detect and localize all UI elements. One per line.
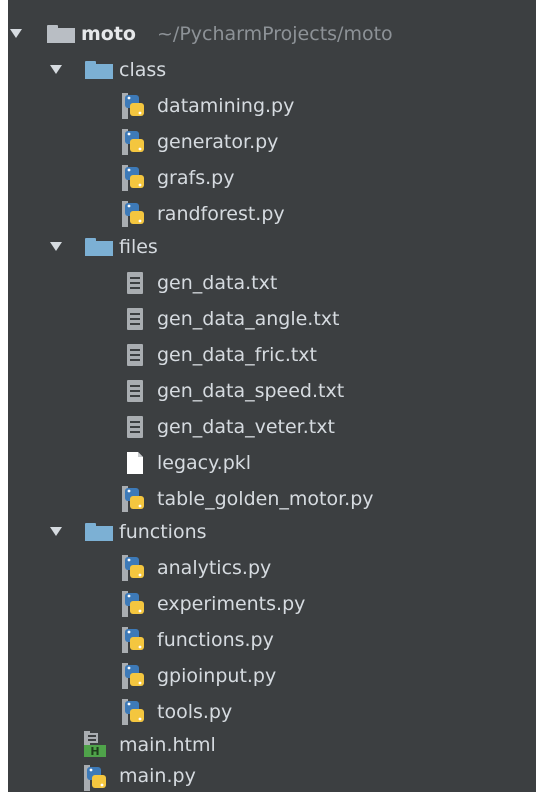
python-file-icon [122, 201, 144, 227]
tree-file[interactable]: datamining.py [0, 89, 536, 123]
file-name: gen_data.txt [157, 272, 278, 294]
file-name: gen_data_angle.txt [157, 308, 340, 330]
python-file-icon [122, 555, 144, 581]
project-path: ~/PycharmProjects/moto [157, 23, 393, 45]
folder-name: files [119, 236, 158, 258]
python-file-icon [122, 627, 144, 653]
file-name: grafs.py [157, 167, 235, 189]
tree-file[interactable]: main.py [0, 762, 536, 796]
tree-file[interactable]: table_golden_motor.py [0, 482, 536, 516]
tree-file[interactable]: gen_data_speed.txt [0, 374, 536, 408]
file-name: table_golden_motor.py [157, 488, 374, 510]
python-file-icon [122, 486, 144, 512]
expand-arrow-icon[interactable] [50, 527, 62, 536]
expand-arrow-icon[interactable] [50, 65, 62, 74]
file-name: generator.py [157, 131, 279, 153]
folder-name: class [119, 59, 167, 81]
tree-file[interactable]: generator.py [0, 125, 536, 159]
python-file-icon [122, 129, 144, 155]
tree-file[interactable]: H main.html [0, 728, 536, 762]
file-name: gen_data_fric.txt [157, 344, 317, 366]
text-file-icon [127, 416, 143, 438]
tree-file[interactable]: gen_data_fric.txt [0, 338, 536, 372]
unknown-file-icon [127, 452, 143, 474]
tree-file[interactable]: legacy.pkl [0, 446, 536, 480]
file-name: gen_data_speed.txt [157, 380, 345, 402]
text-file-icon [127, 344, 143, 366]
tree-file[interactable]: tools.py [0, 695, 536, 729]
tree-file[interactable]: gen_data.txt [0, 266, 536, 300]
tree-node-functions[interactable]: functions [0, 515, 536, 549]
expand-arrow-icon[interactable] [10, 29, 22, 38]
html-file-icon: H [84, 731, 106, 757]
python-file-icon [122, 591, 144, 617]
file-name: tools.py [157, 701, 233, 723]
file-name: functions.py [157, 629, 274, 651]
python-file-icon [122, 165, 144, 191]
file-name: main.py [119, 765, 196, 787]
file-name: gen_data_veter.txt [157, 416, 335, 438]
text-file-icon [127, 308, 143, 330]
tree-file[interactable]: grafs.py [0, 161, 536, 195]
tree-file[interactable]: gen_data_veter.txt [0, 410, 536, 444]
folder-name: functions [119, 521, 207, 543]
tree-node-class[interactable]: class [0, 53, 536, 87]
file-name: legacy.pkl [157, 452, 252, 474]
tree-node-moto[interactable]: moto ~/PycharmProjects/moto [0, 17, 536, 51]
expand-arrow-icon[interactable] [50, 242, 62, 251]
folder-icon [85, 238, 113, 256]
svg-text:H: H [90, 745, 99, 757]
tree-file[interactable]: gpioinput.py [0, 659, 536, 693]
file-name: datamining.py [157, 95, 295, 117]
file-name: gpioinput.py [157, 665, 277, 687]
python-file-icon [122, 93, 144, 119]
file-name: main.html [119, 734, 216, 756]
project-name: moto [81, 23, 136, 45]
file-name: experiments.py [157, 593, 306, 615]
tree-file[interactable]: gen_data_angle.txt [0, 302, 536, 336]
file-name: analytics.py [157, 557, 272, 579]
folder-icon [85, 523, 113, 541]
python-file-icon [122, 663, 144, 689]
python-file-icon [122, 699, 144, 725]
file-name: randforest.py [157, 203, 285, 225]
python-file-icon [84, 765, 106, 791]
text-file-icon [127, 380, 143, 402]
folder-icon [85, 61, 113, 79]
tree-file[interactable]: experiments.py [0, 587, 536, 621]
project-tree-panel: moto ~/PycharmProjects/moto class datami… [0, 0, 536, 792]
tree-file[interactable]: analytics.py [0, 551, 536, 585]
tree-file[interactable]: randforest.py [0, 197, 536, 231]
tree-file[interactable]: functions.py [0, 623, 536, 657]
folder-icon [47, 25, 75, 43]
text-file-icon [127, 272, 143, 294]
tree-node-files[interactable]: files [0, 230, 536, 264]
